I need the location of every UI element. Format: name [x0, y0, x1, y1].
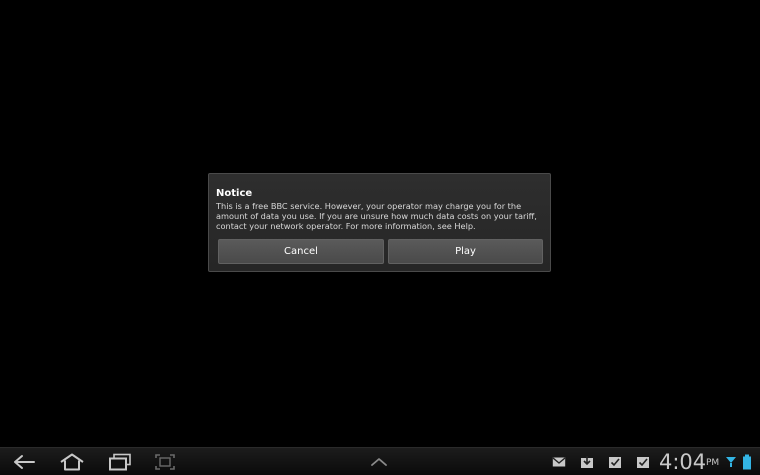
task-check-icon[interactable]	[607, 452, 623, 472]
battery-icon[interactable]	[740, 452, 754, 472]
system-bar: 4:04 PM	[0, 447, 760, 475]
dialog-title: Notice	[216, 188, 253, 199]
home-icon[interactable]	[56, 452, 88, 472]
clock-ampm: PM	[706, 458, 720, 468]
notice-dialog: Notice This is a free BBC service. Howev…	[208, 173, 551, 272]
download-icon[interactable]	[579, 452, 595, 472]
cancel-button[interactable]: Cancel	[218, 239, 384, 264]
screen: Notice This is a free BBC service. Howev…	[0, 0, 760, 475]
wifi-icon[interactable]	[724, 452, 738, 472]
dialog-buttons: Cancel Play	[218, 239, 543, 264]
gmail-icon[interactable]	[551, 452, 567, 472]
screenshot-icon[interactable]	[152, 452, 178, 472]
clock-time[interactable]: 4:04	[659, 449, 706, 475]
chevron-up-icon[interactable]	[368, 452, 390, 472]
dialog-message: This is a free BBC service. However, you…	[216, 201, 537, 231]
task-check-icon[interactable]	[635, 452, 651, 472]
play-button[interactable]: Play	[388, 239, 543, 264]
back-arrow-icon[interactable]	[10, 452, 38, 472]
recent-apps-icon[interactable]	[106, 452, 134, 472]
